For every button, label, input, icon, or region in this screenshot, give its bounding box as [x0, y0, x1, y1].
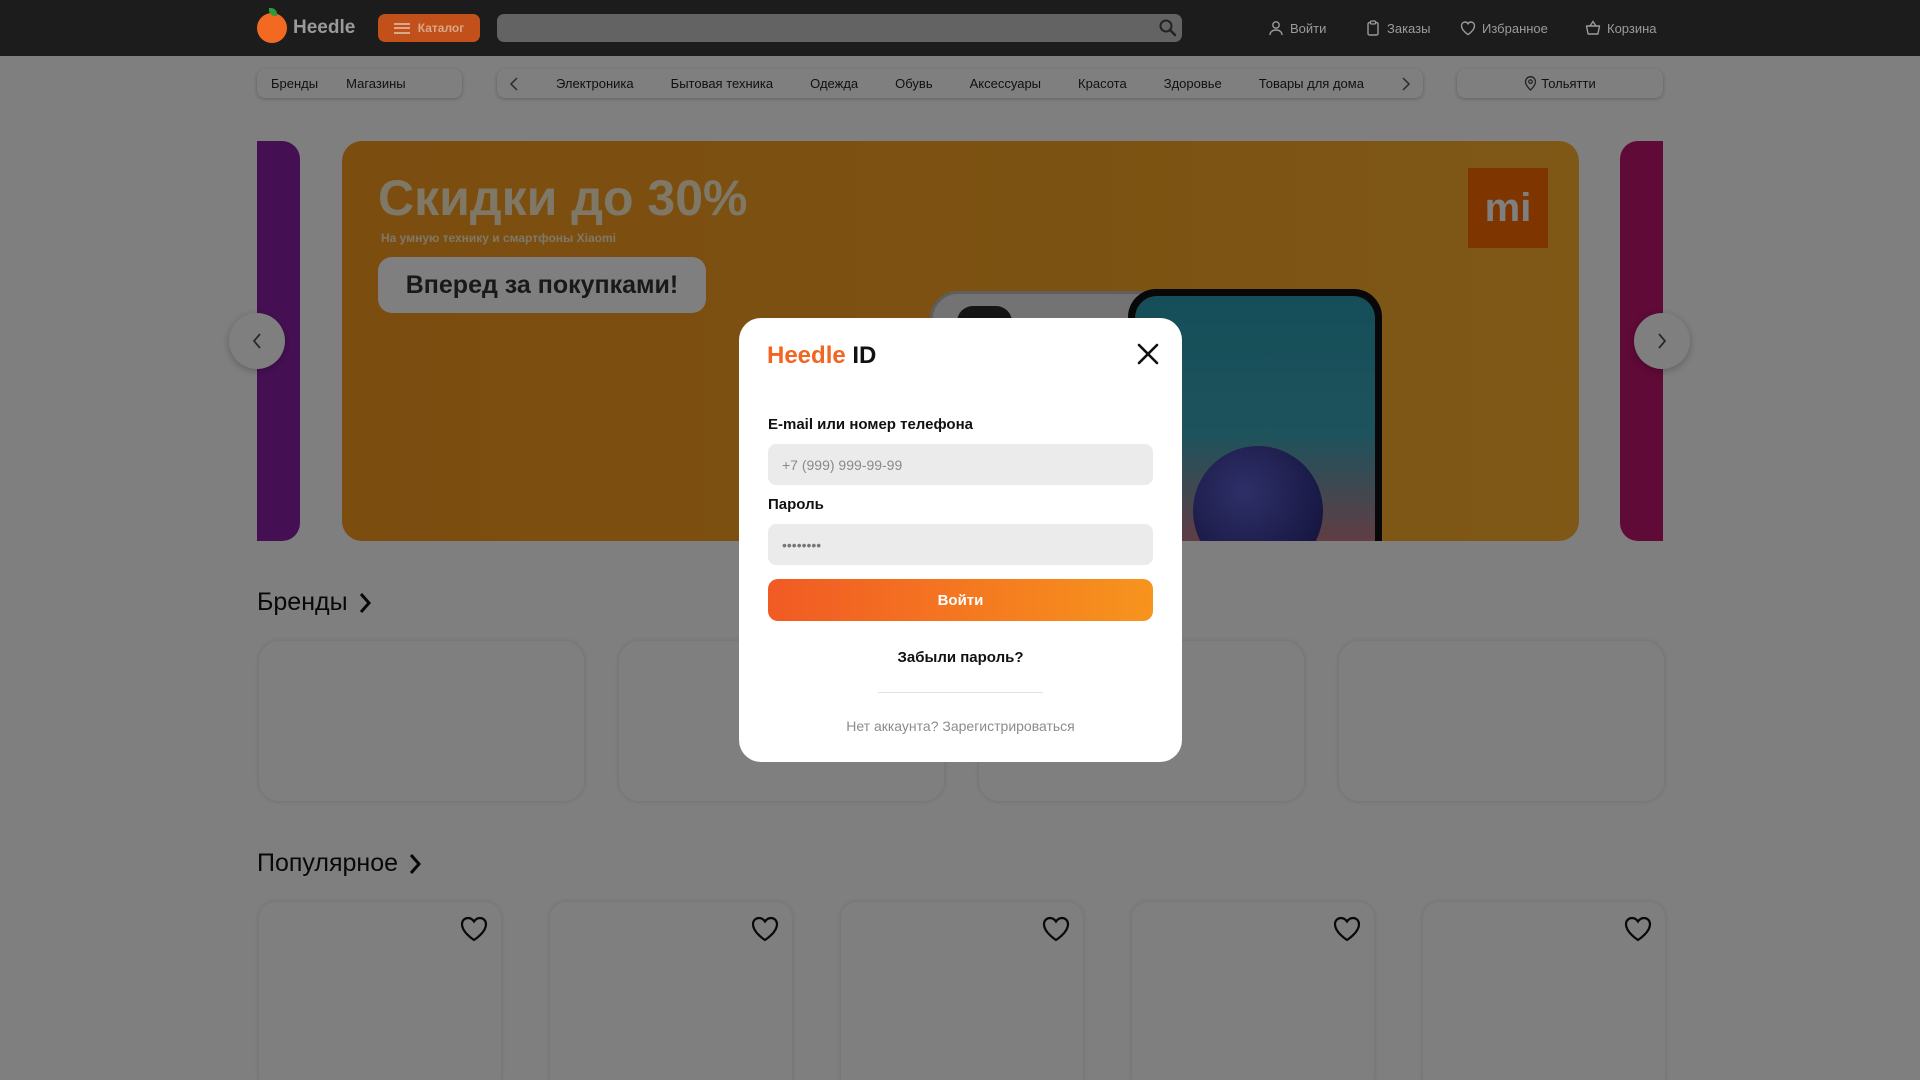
forgot-password-link[interactable]: Забыли пароль? [739, 649, 1182, 666]
cart-link[interactable]: Корзина [1585, 17, 1657, 39]
catalog-button[interactable]: Каталог [378, 14, 480, 42]
basket-icon [1585, 20, 1601, 35]
login-submit-button[interactable]: Войти [768, 579, 1153, 621]
email-field[interactable] [768, 444, 1153, 485]
user-icon [1269, 21, 1283, 36]
catalog-label: Каталог [417, 21, 465, 35]
orders-label: Заказы [1387, 20, 1431, 36]
modal-title: Heedle ID [767, 342, 876, 370]
menu-icon [393, 22, 410, 34]
password-label: Пароль [768, 496, 824, 513]
close-button[interactable] [1132, 338, 1164, 370]
divider [878, 692, 1043, 693]
login-label: Войти [1290, 20, 1327, 36]
logo-orange-icon [257, 8, 287, 43]
search-input[interactable] [497, 14, 1182, 42]
top-header: Heedle Каталог Войти Заказы Избранное Ко… [0, 0, 1920, 56]
close-icon [1137, 343, 1159, 365]
logo[interactable]: Heedle [257, 8, 356, 46]
login-link[interactable]: Войти [1268, 17, 1326, 39]
cart-label: Корзина [1607, 20, 1657, 36]
heart-icon [1460, 21, 1476, 36]
register-link[interactable]: Нет аккаунта? Зарегистрироваться [739, 718, 1182, 734]
orders-link[interactable]: Заказы [1365, 17, 1430, 39]
modal-title-id: ID [852, 342, 877, 369]
modal-title-brand: Heedle [767, 342, 846, 369]
password-field[interactable] [768, 524, 1153, 565]
search-icon[interactable] [1158, 18, 1178, 38]
favorites-label: Избранное [1482, 20, 1548, 36]
login-modal: Heedle ID E-mail или номер телефона Паро… [739, 318, 1182, 762]
clipboard-icon [1367, 20, 1379, 36]
favorites-link[interactable]: Избранное [1460, 17, 1548, 39]
email-label: E-mail или номер телефона [768, 416, 973, 433]
logo-text: Heedle [293, 17, 356, 38]
